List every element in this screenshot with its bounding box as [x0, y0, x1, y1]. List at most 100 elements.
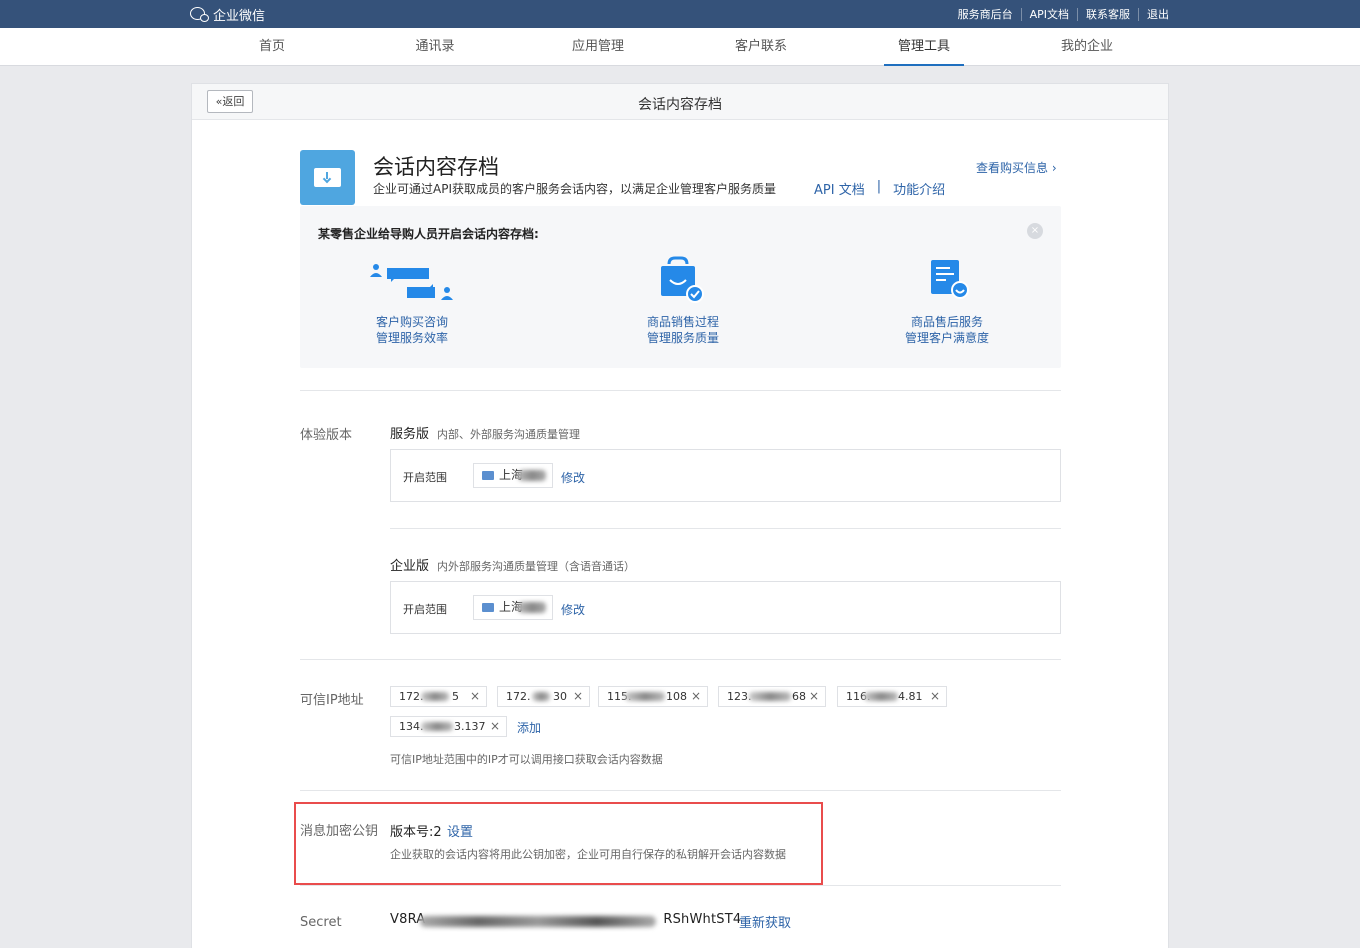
redacted-text [421, 722, 453, 731]
enterprise-edition: 企业版 内外部服务沟通质量管理（含语音通话） [390, 555, 635, 574]
remove-ip-icon[interactable]: × [930, 687, 940, 706]
remove-ip-icon[interactable]: × [573, 687, 583, 706]
app-title: 会话内容存档 [373, 155, 499, 179]
redacted-text [625, 692, 665, 701]
redacted-text [518, 470, 546, 481]
use-case-consult-line1: 客户购买咨询 [375, 315, 448, 329]
use-case-sales-line1: 商品销售过程 [646, 315, 719, 329]
panel-header: 会话内容存档 «返回 [192, 84, 1168, 120]
divider [300, 659, 1061, 660]
ip-prefix: 134. [399, 720, 424, 733]
enterprise-scope-box: 开启范围 上海 修改 [390, 581, 1061, 634]
ip-tag: 123. 68 × [718, 686, 826, 707]
main-nav: 首页 通讯录 应用管理 客户联系 管理工具 我的企业 [0, 28, 1360, 66]
use-case-sales-line2: 管理服务质量 [646, 331, 719, 345]
edit-scope-link[interactable]: 修改 [561, 469, 585, 486]
back-button-label: 返回 [222, 95, 245, 108]
nav-contacts[interactable]: 通讯录 [395, 28, 475, 66]
ip-prefix: 123. [727, 690, 752, 703]
ip-tag: 116. 4.81 × [837, 686, 947, 707]
redacted-text [420, 916, 656, 927]
use-case-consult-line2: 管理服务效率 [375, 331, 448, 345]
link-separator: | [876, 179, 882, 194]
service-edition-name: 服务版 [390, 427, 430, 442]
ip-suffix: 68 [792, 690, 806, 703]
redacted-text [749, 692, 791, 701]
document-smile-icon [857, 256, 1037, 308]
trial-version-label: 体验版本 [300, 428, 353, 443]
remove-ip-icon[interactable]: × [470, 687, 480, 706]
logo[interactable]: 企业微信 [190, 5, 265, 24]
remove-ip-icon[interactable]: × [490, 717, 500, 736]
ip-tag: 134. 3.137 × [390, 716, 507, 737]
archive-app-icon [300, 150, 355, 205]
api-doc-link[interactable]: API 文档 [814, 179, 865, 198]
shopping-bag-icon [593, 256, 773, 308]
top-links: 服务商后台 API文档 联系客服 退出 [950, 8, 1169, 21]
ip-prefix: 172. [506, 690, 531, 703]
use-case-title: 某零售企业给导购人员开启会话内容存档: [318, 227, 539, 241]
wecom-logo-icon [190, 6, 210, 23]
secret-label: Secret [300, 915, 342, 930]
trusted-ip-hint: 可信IP地址范围中的IP才可以调用接口获取会话内容数据 [390, 753, 663, 766]
divider [300, 790, 1061, 791]
logout-link[interactable]: 退出 [1138, 8, 1169, 21]
secret-suffix: RShWhtST4 [663, 912, 742, 927]
use-case-aftersales: 商品售后服务 管理客户满意度 [857, 256, 1037, 346]
ip-suffix: 5 [452, 690, 459, 703]
service-edition-desc: 内部、外部服务沟通质量管理 [437, 428, 581, 441]
use-case-consult: 客户购买咨询 管理服务效率 [322, 256, 502, 346]
app-links: API 文档 | 功能介绍 [814, 179, 945, 198]
ip-suffix: 4.81 [898, 690, 923, 703]
api-docs-link[interactable]: API文档 [1020, 8, 1077, 21]
ip-tag: 115. 108 × [598, 686, 708, 707]
redacted-text [532, 692, 550, 701]
scope-label: 开启范围 [403, 603, 447, 616]
nav-home[interactable]: 首页 [232, 28, 312, 66]
app-description: 企业可通过API获取成员的客户服务会话内容，以满足企业管理客户服务质量 [373, 182, 776, 196]
feature-intro-link[interactable]: 功能介绍 [893, 179, 945, 198]
folder-icon [482, 471, 494, 480]
ip-suffix: 3.137 [454, 720, 486, 733]
use-case-aftersales-line1: 商品售后服务 [910, 315, 983, 329]
top-bar: 企业微信 服务商后台 API文档 联系客服 退出 [0, 0, 1360, 28]
divider [300, 885, 1061, 886]
chat-people-icon [322, 256, 502, 308]
ip-suffix: 108 [666, 690, 687, 703]
nav-my-enterprise[interactable]: 我的企业 [1047, 28, 1127, 66]
scope-department-tag: 上海 [473, 595, 553, 620]
divider [300, 390, 1061, 391]
folder-icon [482, 603, 494, 612]
provider-console-link[interactable]: 服务商后台 [950, 8, 1021, 21]
use-case-aftersales-line2: 管理客户满意度 [904, 331, 989, 345]
refetch-secret-link[interactable]: 重新获取 [739, 912, 791, 931]
content-panel: 会话内容存档 «返回 会话内容存档 企业可通过API获取成员的客户服务会话内容，… [191, 83, 1169, 948]
highlight-box [294, 802, 823, 885]
edit-scope-link[interactable]: 修改 [561, 601, 585, 618]
ip-prefix: 172. [399, 690, 424, 703]
purchase-info-link[interactable]: 查看购买信息 › [976, 159, 1057, 176]
logo-text: 企业微信 [213, 9, 266, 24]
back-button[interactable]: «返回 [207, 90, 253, 113]
trusted-ip-label: 可信IP地址 [300, 693, 364, 708]
use-case-sales: 商品销售过程 管理服务质量 [593, 256, 773, 346]
enterprise-edition-desc: 内外部服务沟通质量管理（含语音通话） [437, 560, 636, 573]
service-edition: 服务版 内部、外部服务沟通质量管理 [390, 423, 580, 442]
nav-customer-contact[interactable]: 客户联系 [721, 28, 801, 66]
remove-ip-icon[interactable]: × [691, 687, 701, 706]
remove-ip-icon[interactable]: × [809, 687, 819, 706]
add-ip-link[interactable]: 添加 [517, 719, 541, 736]
nav-management-tools[interactable]: 管理工具 [884, 28, 964, 66]
nav-app-management[interactable]: 应用管理 [558, 28, 638, 66]
contact-support-link[interactable]: 联系客服 [1077, 8, 1138, 21]
ip-tag: 172. 5 × [390, 686, 487, 707]
close-icon[interactable]: × [1027, 223, 1043, 239]
use-case-banner: 某零售企业给导购人员开启会话内容存档: × 客户购买咨询 管理服务效率 商品销售… [300, 206, 1061, 368]
redacted-text [518, 602, 546, 613]
ip-suffix: 30 [553, 690, 567, 703]
redacted-text [421, 692, 449, 701]
panel-title: 会话内容存档 [638, 97, 722, 113]
scope-label: 开启范围 [403, 471, 447, 484]
service-scope-box: 开启范围 上海 修改 [390, 449, 1061, 502]
redacted-text [864, 692, 898, 701]
